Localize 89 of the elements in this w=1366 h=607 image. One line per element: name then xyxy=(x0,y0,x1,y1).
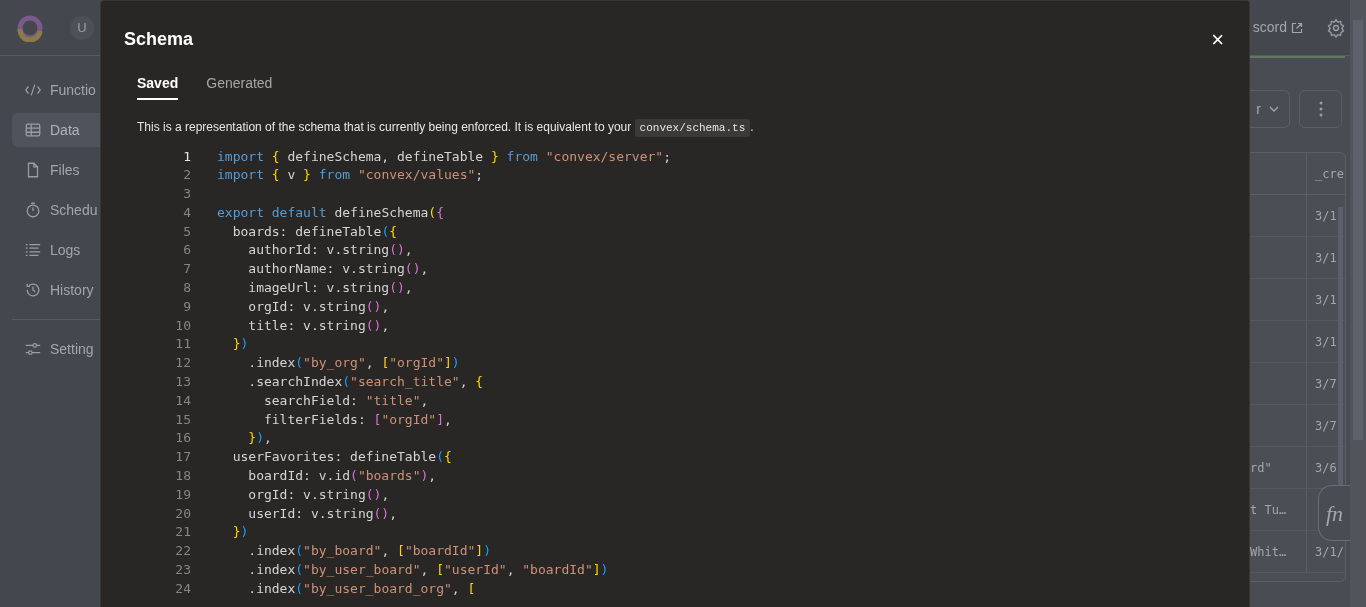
table-cell-text: t Tu… xyxy=(1250,501,1287,519)
line-number: 22 xyxy=(174,542,191,561)
code-line: import { v } from "convex/values"; xyxy=(217,166,484,185)
line-number: 2 xyxy=(182,166,191,185)
function-runner-button[interactable]: fn xyxy=(1318,485,1350,541)
table-cell-text: rd" xyxy=(1250,459,1272,477)
table-cell-text: 3/1 xyxy=(1315,207,1337,225)
column-header[interactable]: _cre xyxy=(1315,164,1344,183)
line-number: 6 xyxy=(182,241,191,260)
line-number: 5 xyxy=(182,222,191,241)
table-cell-text: 3/1 xyxy=(1315,291,1337,309)
code-line: boardId: v.id("boards"), xyxy=(247,467,437,486)
close-button[interactable]: × xyxy=(1211,28,1224,51)
line-number: 9 xyxy=(182,297,191,316)
file-path: convex/schema.ts xyxy=(634,119,751,137)
line-number: 1 xyxy=(182,147,191,166)
line-number: 8 xyxy=(182,279,191,298)
code-line: orgId: v.string(), xyxy=(247,297,390,316)
line-number: 19 xyxy=(174,485,191,504)
code-line: .index("by_board", ["boardId"]) xyxy=(247,542,491,561)
line-number: 17 xyxy=(174,448,191,467)
logo-icon xyxy=(16,13,44,42)
line-number: 13 xyxy=(174,373,191,392)
line-number: 16 xyxy=(174,429,191,448)
table-cell-text: 3/1/ xyxy=(1315,543,1344,561)
history-icon xyxy=(24,281,42,299)
dialog-title: Schema xyxy=(124,28,194,51)
more-button[interactable] xyxy=(1299,90,1342,128)
code-line: authorId: v.string(), xyxy=(247,241,413,260)
table-cell-text: 3/7 xyxy=(1315,375,1337,393)
settings-icon[interactable] xyxy=(1326,17,1346,38)
line-number: 24 xyxy=(174,579,191,598)
tab[interactable]: Saved xyxy=(137,73,179,100)
code-line: boards: defineTable({ xyxy=(231,222,398,241)
code-line: }) xyxy=(231,523,249,542)
sidebar-item[interactable]: Logs xyxy=(12,233,100,267)
code-line: userFavorites: defineTable({ xyxy=(231,448,452,467)
table-icon xyxy=(24,121,42,139)
code-line: export default defineSchema({ xyxy=(217,203,444,222)
table-cell-text: 3/7 xyxy=(1315,417,1337,435)
line-number: 15 xyxy=(174,410,191,429)
code-line: import { defineSchema, defineTable } from "convex/server"; xyxy=(217,147,671,166)
sidebar-item[interactable]: Data xyxy=(12,113,100,147)
code-line: .index("by_user_board", ["userId", "boardId"]) xyxy=(247,561,609,580)
sidebar-item[interactable]: Setting xyxy=(12,332,100,366)
code-line: searchField: "title", xyxy=(262,391,429,410)
sidebar-item[interactable]: Schedu xyxy=(12,193,100,227)
table-cell-text: 3/1 xyxy=(1315,333,1337,351)
scrollbar[interactable] xyxy=(1350,0,1366,607)
line-number: 12 xyxy=(174,354,191,373)
period-text: . xyxy=(750,120,754,134)
line-number: 10 xyxy=(174,316,191,335)
code-line: orgId: v.string(), xyxy=(247,485,390,504)
table-cell-text: Whit… xyxy=(1250,543,1287,561)
table-cell-text: 3/6 xyxy=(1315,459,1337,477)
line-number: 21 xyxy=(174,523,191,542)
stopwatch-icon xyxy=(24,201,42,219)
line-number: 23 xyxy=(174,561,191,580)
code-line: .searchIndex("search_title", { xyxy=(247,373,484,392)
line-number: 7 xyxy=(182,260,191,279)
tab[interactable]: Generated xyxy=(206,73,273,100)
line-number: 20 xyxy=(174,504,191,523)
user-avatar[interactable]: U xyxy=(70,15,94,40)
code-line: .index("by_user_board_org", [ xyxy=(247,579,476,598)
table-cell-text: 3/1 xyxy=(1315,249,1337,267)
line-number: 3 xyxy=(182,185,191,204)
code-line: authorName: v.string(), xyxy=(247,260,429,279)
external-link[interactable]: scord xyxy=(1252,17,1303,38)
external-link-icon xyxy=(1291,21,1303,34)
code-line: filterFields: ["orgId"], xyxy=(262,410,452,429)
chevron-down-icon xyxy=(1269,106,1279,112)
code-line: imageUrl: v.string(), xyxy=(247,279,413,298)
line-number: 4 xyxy=(182,203,191,222)
description-text: This is a representation of the schema that is currently being enforced. It is equivalent to your xyxy=(137,120,633,134)
line-number: 18 xyxy=(174,467,191,486)
code-line: title: v.string(), xyxy=(247,316,390,335)
more-icon xyxy=(1318,101,1323,117)
sidebar-item[interactable]: Files xyxy=(12,153,100,187)
sidebar-item[interactable]: Functio xyxy=(12,73,100,107)
code-line: userId: v.string(), xyxy=(247,504,398,523)
sliders-icon xyxy=(24,340,42,358)
dropdown-button[interactable]: r xyxy=(1250,90,1290,128)
code-line: .index("by_org", ["orgId"]) xyxy=(247,354,460,373)
list-icon xyxy=(24,241,42,259)
line-number: 14 xyxy=(174,391,191,410)
code-line: }) xyxy=(231,335,249,354)
line-number: 11 xyxy=(174,335,191,354)
code-line: }), xyxy=(247,429,272,448)
sidebar-item[interactable]: History xyxy=(12,273,100,307)
